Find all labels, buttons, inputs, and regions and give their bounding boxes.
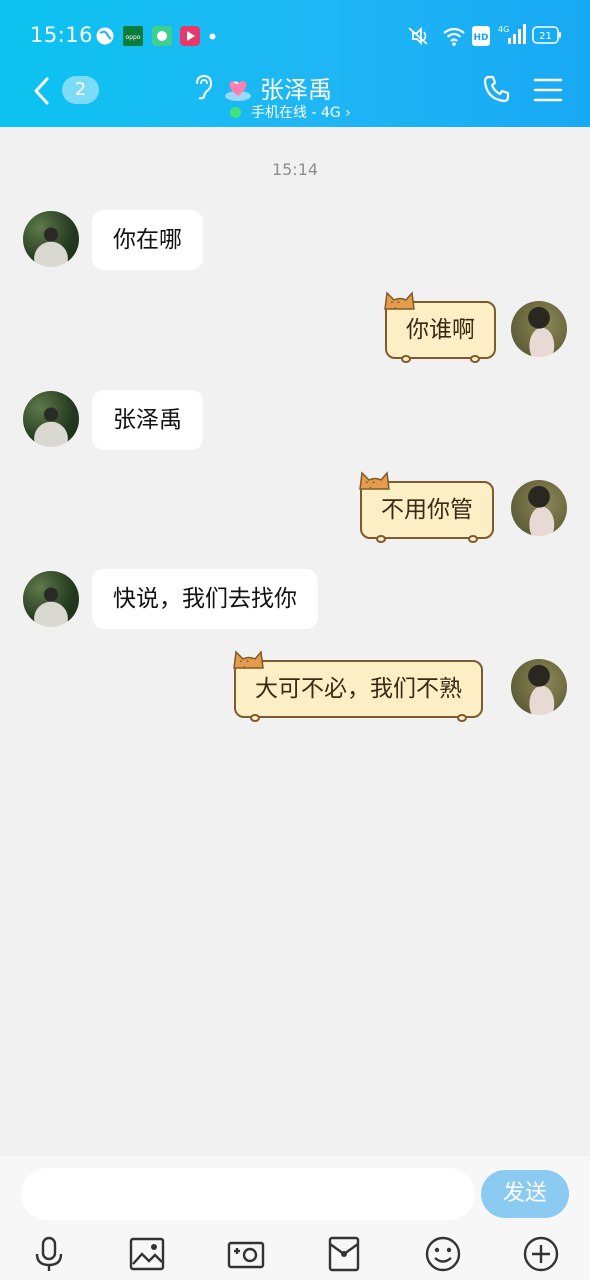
send-button[interactable]: 发送 [481,1170,569,1218]
paw-icon [376,535,386,543]
input-bar: 发送 [0,1156,590,1280]
svg-text:oppo: oppo [126,34,141,41]
mute-icon [408,26,428,46]
message-bubble-left[interactable]: 快说，我们去找你 [92,569,318,629]
intimacy-heart-icon [225,81,251,101]
my-avatar[interactable] [511,301,567,357]
signal-icon: 4G [498,24,526,44]
cat-sticker-icon: ˆ.ˆ [384,291,415,310]
cat-sticker-icon: ˆ.ˆ [359,471,390,490]
message-bubble-right[interactable]: ˆ.ˆ 大可不必，我们不熟 [233,650,483,722]
message-timestamp: 15:14 [271,160,319,179]
paw-icon [470,355,480,363]
emoji-icon[interactable] [423,1234,463,1274]
cat-sticker-icon: ˆ.ˆ [233,650,264,669]
svg-text:21: 21 [539,31,552,42]
mic-icon[interactable] [29,1234,69,1274]
more-notifications-icon [209,33,216,40]
camera-icon[interactable] [226,1234,266,1274]
paw-icon [401,355,411,363]
contact-avatar[interactable] [23,571,79,627]
wifi-icon [443,27,465,46]
video-app-icon [180,26,200,46]
hd-icon: HD [472,26,490,46]
online-dot-icon [230,107,241,118]
contact-name: 张泽禹 [260,76,332,104]
svg-text:HD: HD [473,33,488,43]
presence-text: 手机在线 - 4G [251,105,341,121]
message-input[interactable] [21,1168,475,1220]
ear-icon [196,74,213,100]
nav-bar: 2 张泽禹 手机在线 - 4G › [0,60,590,127]
svg-text:4G: 4G [498,25,509,34]
message-bubble-right[interactable]: ˆ.ˆ 不用你管 [359,471,494,543]
image-icon[interactable] [127,1234,167,1274]
paw-icon [457,714,467,722]
message-bubble-left[interactable]: 张泽禹 [92,390,203,450]
red-packet-icon[interactable] [324,1234,364,1274]
svg-text:ˆ.ˆ: ˆ.ˆ [365,480,376,490]
chevron-right-icon: › [345,105,351,121]
contact-title[interactable]: 张泽禹 手机在线 - 4G › [190,66,400,122]
message-bubble-left[interactable]: 你在哪 [92,210,203,270]
paw-icon [468,535,478,543]
back-arrow-icon[interactable] [28,74,58,108]
message-bubble-right[interactable]: ˆ.ˆ 你谁啊 [384,291,496,363]
svg-text:ˆ.ˆ: ˆ.ˆ [239,659,250,669]
my-avatar[interactable] [511,480,567,536]
my-avatar[interactable] [511,659,567,715]
contact-avatar[interactable] [23,391,79,447]
message-text: 大可不必，我们不熟 [255,676,462,702]
svg-text:ˆ.ˆ: ˆ.ˆ [390,300,401,310]
message-app-icon [152,26,172,46]
plus-icon[interactable] [521,1234,561,1274]
presence-status: 手机在线 - 4G › [230,102,351,122]
status-time: 15:16 [30,23,94,47]
oppo-icon: oppo [123,26,143,46]
message-text: 你谁啊 [406,317,475,343]
unread-badge[interactable]: 2 [62,76,99,104]
browser-icon [96,27,114,45]
contact-avatar[interactable] [23,211,79,267]
paw-icon [250,714,260,722]
menu-icon[interactable] [533,77,563,103]
message-text: 不用你管 [381,497,473,523]
phone-call-icon[interactable] [482,74,512,104]
battery-icon: 21 [532,26,561,44]
chat-header: 15:16 oppo HD 4G 21 2 张泽禹 手机在线 - 4G › [0,0,590,127]
